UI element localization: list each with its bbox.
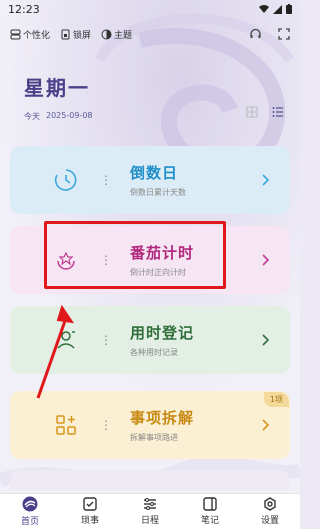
clock-icon	[54, 169, 77, 191]
card-time-register[interactable]: ⋮ 用时登记 各种用时记录	[10, 306, 290, 374]
highlight-box	[44, 221, 226, 289]
top-toolbar: 个性化 锁屏 主题	[0, 24, 300, 44]
card-title: 用时登记	[130, 324, 195, 342]
battery-icon	[286, 4, 292, 14]
card-title: 倒数日	[130, 164, 179, 182]
drag-handle[interactable]: ⋮	[100, 174, 112, 186]
nav-label: 设置	[260, 516, 279, 526]
bottom-nav: 首页 琐事 日程 笔记 设置	[0, 493, 300, 529]
lock-icon	[61, 29, 70, 39]
nav-settings[interactable]: 设置	[240, 494, 300, 529]
weekday-title: 星期一	[24, 76, 90, 100]
card-partial[interactable]	[10, 470, 290, 490]
chevron-right-icon	[262, 334, 270, 346]
signal-icon	[273, 4, 282, 14]
list-view-icon[interactable]	[272, 106, 284, 118]
status-time: 12:23	[8, 2, 40, 16]
theme-button[interactable]: 主题	[101, 28, 132, 41]
lockscreen-label: 锁屏	[73, 30, 92, 41]
nav-label: 日程	[140, 516, 159, 526]
settings-gear-icon	[264, 497, 276, 511]
count-badge: 1项	[263, 392, 289, 407]
grid-view-icon[interactable]	[246, 106, 258, 118]
nav-label: 首页	[20, 517, 39, 527]
notebook-icon	[203, 497, 217, 511]
nav-label: 琐事	[80, 516, 99, 526]
nav-chores[interactable]: 琐事	[60, 494, 120, 529]
timer-register-icon	[57, 331, 75, 349]
card-subtitle: 各种用时记录	[130, 348, 178, 357]
theme-label: 主题	[114, 30, 133, 41]
nav-home[interactable]: 首页	[0, 494, 60, 529]
theme-icon	[101, 29, 112, 39]
card-title: 事项拆解	[130, 409, 195, 427]
headset-icon[interactable]	[249, 28, 262, 41]
home-icon	[22, 496, 38, 512]
card-subtitle: 倒数日累计天数	[130, 188, 186, 197]
drag-handle[interactable]: ⋮	[100, 419, 112, 431]
today-label: 今天	[24, 112, 40, 121]
view-toggle	[246, 106, 284, 118]
date-header: 星期一 今天 2025-09-08	[24, 72, 93, 122]
nav-label: 笔记	[200, 516, 219, 526]
expand-icon[interactable]	[278, 28, 290, 40]
card-countdown[interactable]: ⋮ 倒数日 倒数日累计天数	[10, 146, 290, 214]
personalize-icon	[10, 29, 21, 39]
nav-schedule[interactable]: 日程	[120, 494, 180, 529]
date-text: 2025-09-08	[46, 111, 93, 120]
drag-handle[interactable]: ⋮	[100, 334, 112, 346]
chevron-right-icon	[262, 174, 270, 186]
check-box-icon	[83, 497, 97, 511]
chevron-right-icon	[262, 419, 270, 431]
personalize-label: 个性化	[23, 30, 51, 41]
personalize-button[interactable]: 个性化	[10, 28, 50, 41]
lockscreen-button[interactable]: 锁屏	[60, 28, 91, 41]
schedule-list-icon	[144, 498, 156, 510]
card-subtitle: 拆解事项路进	[130, 433, 178, 442]
chevron-right-icon	[262, 254, 270, 266]
card-task-split[interactable]: ⋮ 事项拆解 拆解事项路进	[10, 391, 290, 459]
status-bar: 12:23	[0, 0, 300, 18]
nav-notes[interactable]: 笔记	[180, 494, 240, 529]
wifi-icon	[259, 4, 269, 13]
task-split-icon	[56, 415, 76, 435]
